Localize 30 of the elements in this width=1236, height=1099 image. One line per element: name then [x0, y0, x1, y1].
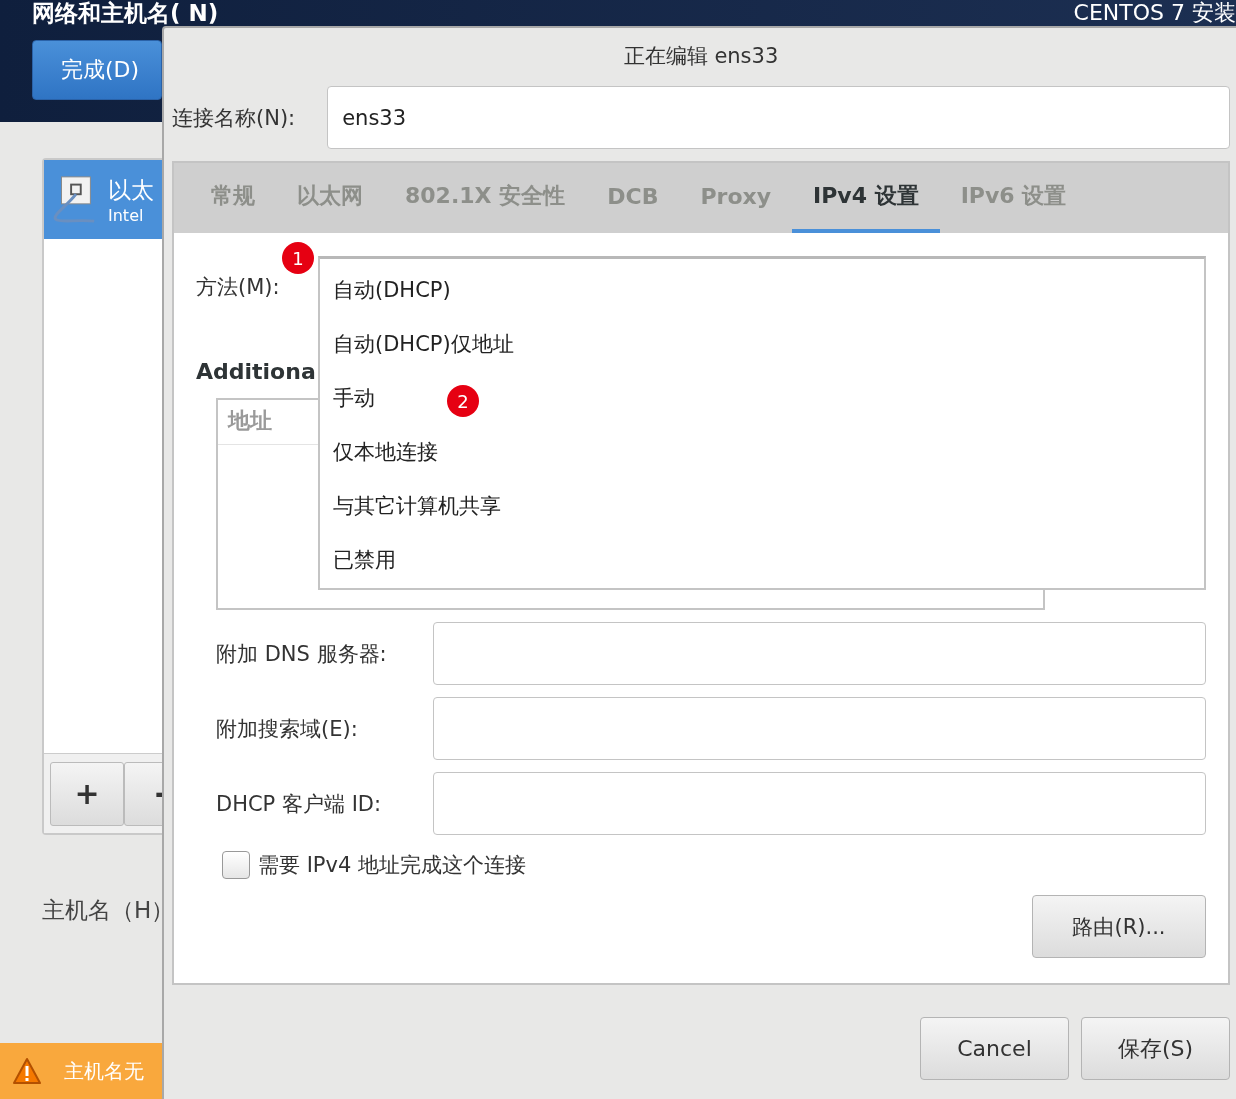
device-name: 以太	[108, 175, 154, 205]
checkbox-label: 需要 IPv4 地址完成这个连接	[258, 852, 526, 879]
field-label: DHCP 客户端 ID:	[216, 790, 383, 818]
warning-text: 主机名无	[64, 1057, 144, 1085]
device-detail: Intel	[108, 205, 144, 225]
warning-icon	[12, 1057, 42, 1085]
add-button[interactable]: +	[50, 761, 124, 826]
connection-name-label: 连接名称(N):	[172, 104, 296, 132]
routes-button[interactable]: 路由(R)...	[1032, 895, 1206, 958]
screen-title: 网络和主机名( N)	[32, 0, 219, 26]
connection-name-field[interactable]: ens33	[327, 86, 1230, 149]
field-label: 附加 DNS 服务器:	[216, 640, 388, 668]
field-label: 附加搜索域(E):	[216, 715, 359, 743]
product-title: CENTOS 7 安装	[1073, 0, 1236, 26]
input-field[interactable]	[433, 772, 1206, 835]
cancel-button[interactable]: Cancel	[920, 1017, 1069, 1080]
section-heading: Additiona	[196, 359, 317, 384]
hostname-label: 主机名（H）	[42, 896, 176, 925]
method-label: 方法(M):	[196, 275, 280, 299]
tab[interactable]: IPv4 设置	[792, 163, 940, 233]
menu-item[interactable]: 自动(DHCP)	[333, 276, 451, 304]
input-field[interactable]	[433, 622, 1206, 685]
done-button[interactable]: 完成(D)	[32, 40, 162, 100]
input-field[interactable]	[433, 697, 1206, 760]
dialog-title: 正在编辑 ens33	[623, 43, 779, 70]
menu-item[interactable]: 已禁用	[333, 546, 396, 574]
checkbox[interactable]	[222, 851, 250, 879]
save-button[interactable]: 保存(S)	[1081, 1017, 1230, 1080]
menu-item[interactable]: 与其它计算机共享	[333, 492, 501, 520]
menu-item[interactable]: 自动(DHCP)仅地址	[333, 330, 514, 358]
